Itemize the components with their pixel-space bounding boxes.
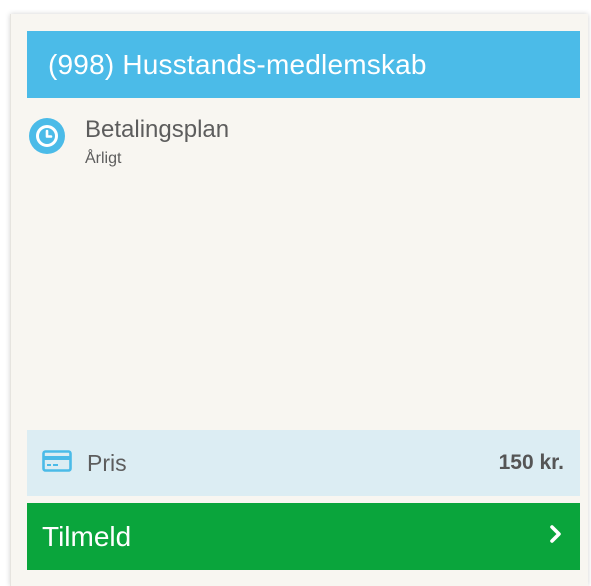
membership-card: (998) Husstands-medlemskab Betalingsplan… [10,14,588,586]
chevron-right-icon [548,523,564,550]
price-value: 150 kr. [498,451,564,474]
clock-icon [27,115,67,161]
payment-plan-row: Betalingsplan Årligt [27,115,229,169]
signup-button-label: Tilmeld [42,520,132,552]
payment-plan-text: Betalingsplan Årligt [85,115,229,169]
payment-plan-value: Årligt [85,150,122,167]
payment-plan-label: Betalingsplan [85,116,230,143]
card-header: (998) Husstands-medlemskab [27,31,580,98]
price-row: Pris 150 kr. [27,430,580,496]
card-title: (998) Husstands-medlemskab [48,48,427,80]
price-label: Pris [87,449,127,476]
signup-button[interactable]: Tilmeld [27,503,580,570]
credit-card-icon [42,449,72,478]
